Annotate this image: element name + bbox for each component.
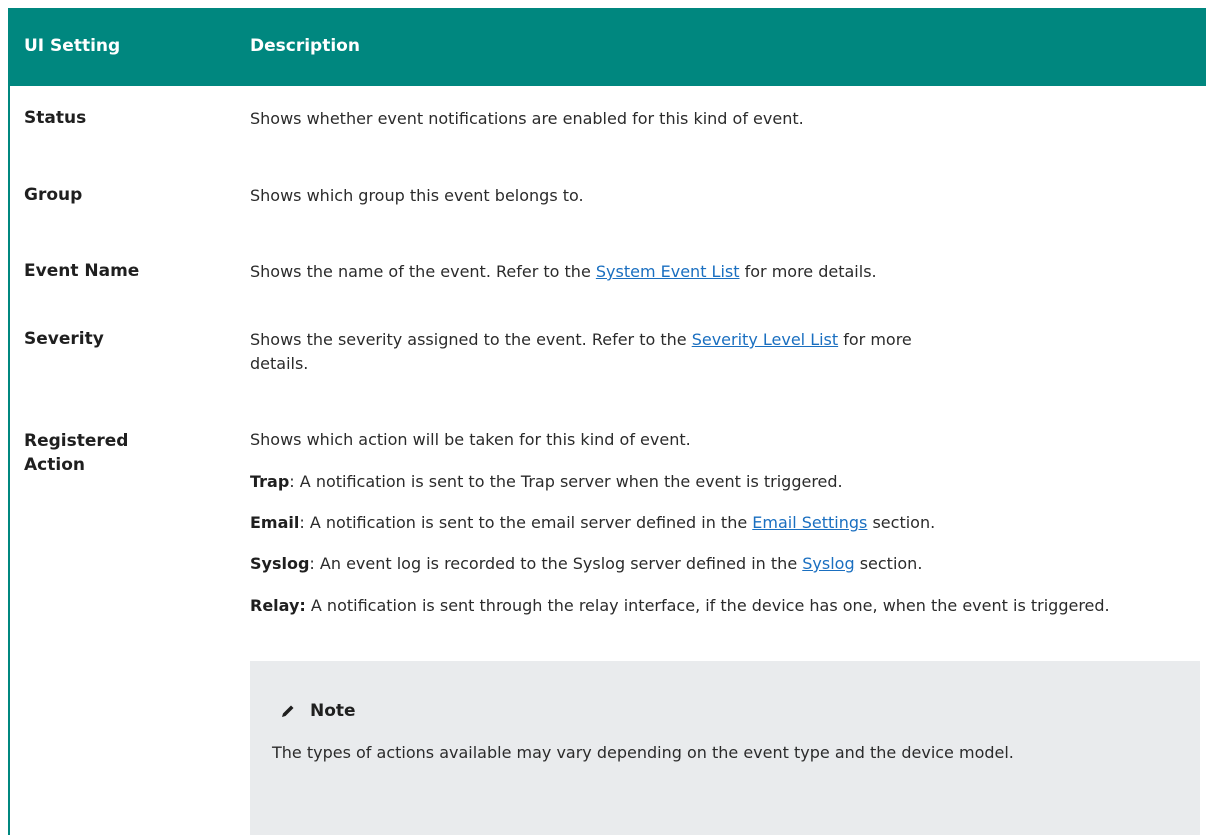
column-header-ui-setting: UI Setting — [24, 36, 121, 56]
action-text: section. — [867, 513, 936, 532]
action-text: A notification is sent to the email serv… — [309, 513, 753, 532]
action-term: Email — [250, 513, 300, 532]
row-desc-severity: Shows the severity assigned to the event… — [250, 328, 970, 376]
note-body: The types of actions available may vary … — [272, 743, 1014, 762]
separator: : — [289, 472, 300, 491]
row-label-registered-action: Registered Action — [24, 431, 129, 475]
separator: : — [309, 554, 320, 573]
note-title-text: Note — [310, 701, 356, 721]
action-term: Syslog — [250, 554, 310, 573]
action-item-email: Email: A notification is sent to the ema… — [250, 511, 1200, 535]
action-item-trap: Trap: A notification is sent to the Trap… — [250, 470, 1200, 494]
action-text: A notification is sent to the Trap serve… — [299, 472, 843, 491]
system-event-list-link[interactable]: System Event List — [596, 262, 740, 281]
desc-text: Shows the severity assigned to the event… — [250, 330, 692, 349]
action-text: section. — [854, 554, 923, 573]
table-header: UI Setting Description — [8, 8, 1206, 86]
action-text: A notification is sent through the relay… — [310, 596, 1110, 615]
syslog-link[interactable]: Syslog — [802, 554, 854, 573]
row-label-severity: Severity — [24, 329, 104, 349]
row-label-status: Status — [24, 108, 87, 128]
severity-level-list-link[interactable]: Severity Level List — [692, 330, 838, 349]
pencil-icon — [282, 705, 294, 717]
action-item-syslog: Syslog: An event log is recorded to the … — [250, 552, 1200, 576]
action-term: Trap — [250, 472, 290, 491]
action-term: Relay: — [250, 596, 306, 615]
row-desc-status: Shows whether event notifications are en… — [250, 109, 804, 128]
email-settings-link[interactable]: Email Settings — [752, 513, 867, 532]
note-title: Note — [280, 701, 356, 721]
separator: : — [299, 513, 310, 532]
row-desc-registered-action: Shows which action will be taken for thi… — [250, 430, 691, 449]
row-label-group: Group — [24, 185, 83, 205]
desc-text: Shows the name of the event. Refer to th… — [250, 262, 596, 281]
row-desc-group: Shows which group this event belongs to. — [250, 186, 584, 205]
action-text: An event log is recorded to the Syslog s… — [319, 554, 803, 573]
action-item-relay: Relay: A notification is sent through th… — [250, 594, 1200, 618]
row-label-event-name: Event Name — [24, 261, 140, 281]
desc-text: for more details. — [739, 262, 877, 281]
column-header-description: Description — [250, 36, 360, 56]
row-desc-event-name: Shows the name of the event. Refer to th… — [250, 260, 1200, 284]
note-box: Note The types of actions available may … — [250, 661, 1200, 835]
